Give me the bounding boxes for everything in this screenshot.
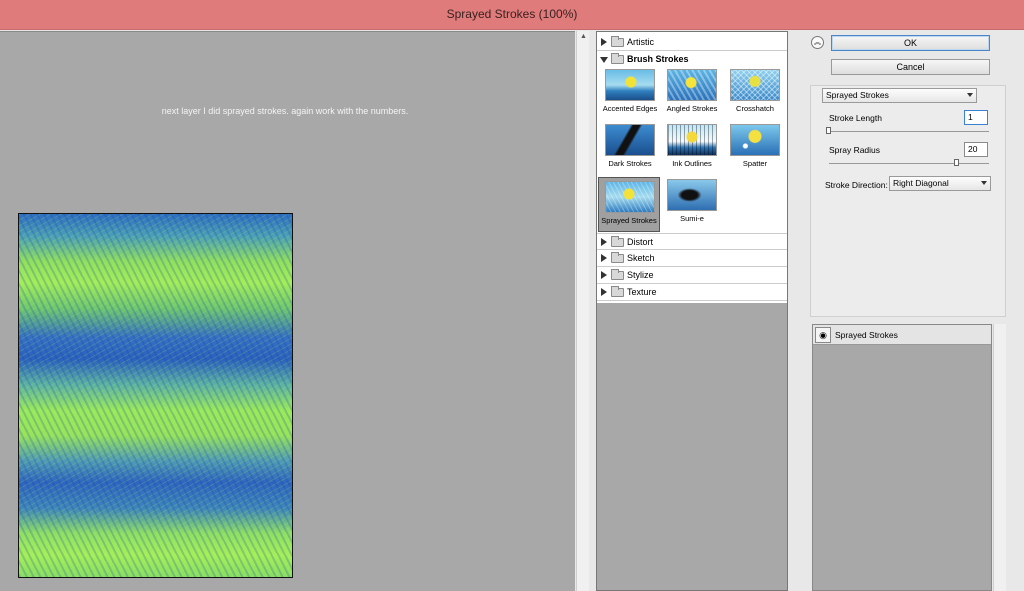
filter-select[interactable]: Sprayed Strokes bbox=[822, 88, 977, 103]
filter-thumbnail bbox=[667, 179, 717, 211]
expand-triangle-icon[interactable] bbox=[601, 238, 607, 246]
stroke-direction-select[interactable]: Right Diagonal bbox=[889, 176, 991, 191]
folder-icon bbox=[611, 53, 624, 64]
chevron-down-icon bbox=[981, 181, 987, 185]
folder-icon bbox=[611, 269, 624, 280]
category-stylize[interactable]: Stylize bbox=[597, 267, 787, 284]
category-sketch[interactable]: Sketch bbox=[597, 250, 787, 267]
stroke-length-slider-handle[interactable] bbox=[826, 127, 831, 134]
filter-thumbnail bbox=[730, 69, 780, 101]
chevron-down-icon bbox=[967, 93, 973, 97]
folder-icon bbox=[611, 236, 624, 247]
cancel-button[interactable]: Cancel bbox=[831, 59, 990, 75]
spray-radius-slider-handle[interactable] bbox=[954, 159, 959, 166]
filter-thumbnail bbox=[730, 124, 780, 156]
scroll-up-icon[interactable]: ▲ bbox=[577, 33, 590, 40]
category-distort[interactable]: Distort bbox=[597, 233, 787, 250]
category-texture[interactable]: Texture bbox=[597, 284, 787, 301]
expand-triangle-icon[interactable] bbox=[601, 271, 607, 279]
spray-radius-input[interactable]: 20 bbox=[964, 142, 988, 157]
category-artistic[interactable]: Artistic bbox=[597, 34, 787, 51]
stroke-direction-label: Stroke Direction: bbox=[825, 180, 888, 190]
folder-icon bbox=[611, 286, 624, 297]
preview-scrollbar[interactable]: ▲ bbox=[576, 31, 589, 591]
eye-icon[interactable]: ◉ bbox=[815, 327, 831, 343]
filter-sprayed-strokes[interactable]: Sprayed Strokes bbox=[598, 177, 660, 232]
title-bar: Sprayed Strokes (100%) bbox=[0, 0, 1024, 30]
spray-radius-label: Spray Radius bbox=[829, 145, 881, 155]
expand-triangle-icon[interactable] bbox=[601, 38, 607, 46]
collapse-triangle-icon[interactable] bbox=[600, 57, 608, 63]
window-title: Sprayed Strokes (100%) bbox=[446, 7, 578, 21]
filter-dark-strokes[interactable]: Dark Strokes bbox=[599, 121, 661, 173]
layers-scrollbar[interactable] bbox=[993, 324, 1006, 591]
preview-annotation: next layer I did sprayed strokes. again … bbox=[161, 106, 409, 116]
preview-image bbox=[18, 213, 293, 578]
stroke-length-label: Stroke Length bbox=[829, 113, 882, 123]
filter-spatter[interactable]: Spatter bbox=[724, 121, 786, 173]
filter-ink-outlines[interactable]: Ink Outlines bbox=[661, 121, 723, 173]
ok-button[interactable]: OK bbox=[831, 35, 990, 51]
filter-angled-strokes[interactable]: Angled Strokes bbox=[661, 66, 723, 118]
double-chevron-up-icon[interactable]: ︽ bbox=[811, 36, 824, 49]
filter-accented-edges[interactable]: Accented Edges bbox=[599, 66, 661, 118]
spray-radius-slider[interactable] bbox=[829, 163, 989, 164]
effect-layers-panel: ◉ Sprayed Strokes bbox=[812, 324, 992, 591]
filter-browser: Artistic Brush Strokes Accented Edges An… bbox=[596, 31, 788, 591]
filter-thumbnail bbox=[605, 181, 655, 213]
stroke-length-input[interactable]: 1 bbox=[964, 110, 988, 125]
effect-layer-row[interactable]: ◉ Sprayed Strokes bbox=[813, 325, 991, 345]
expand-triangle-icon[interactable] bbox=[601, 288, 607, 296]
filter-sumi-e[interactable]: Sumi-e bbox=[661, 176, 723, 228]
filter-thumbnail bbox=[605, 69, 655, 101]
folder-icon bbox=[611, 252, 624, 263]
filter-thumbnail bbox=[667, 69, 717, 101]
expand-triangle-icon[interactable] bbox=[601, 254, 607, 262]
stroke-length-slider[interactable] bbox=[829, 131, 989, 132]
filter-thumbnail bbox=[667, 124, 717, 156]
filter-thumbnail bbox=[605, 124, 655, 156]
preview-area[interactable]: next layer I did sprayed strokes. again … bbox=[0, 31, 575, 591]
filter-crosshatch[interactable]: Crosshatch bbox=[724, 66, 786, 118]
folder-icon bbox=[611, 36, 624, 47]
